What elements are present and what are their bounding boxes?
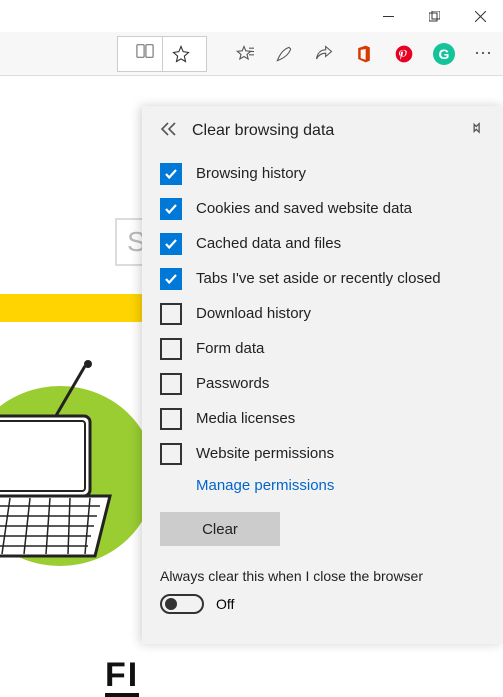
pin-icon[interactable] (469, 122, 485, 143)
checkbox-label: Media licenses (196, 410, 295, 427)
checkbox-icon[interactable] (160, 443, 182, 465)
always-clear-label: Always clear this when I close the brows… (160, 568, 485, 584)
clear-option-row[interactable]: Website permissions (160, 436, 485, 471)
window-titlebar (0, 0, 503, 32)
favorites-list-icon[interactable] (233, 43, 255, 65)
favorite-star-icon[interactable] (162, 36, 198, 72)
web-note-icon[interactable] (273, 43, 295, 65)
checkbox-icon[interactable] (160, 163, 182, 185)
maximize-button[interactable] (411, 0, 457, 32)
checkbox-label: Passwords (196, 375, 269, 392)
checkbox-icon[interactable] (160, 198, 182, 220)
address-bar-tail[interactable] (117, 36, 207, 72)
checkbox-icon[interactable] (160, 373, 182, 395)
clear-option-row[interactable]: Browsing history (160, 156, 485, 191)
clear-option-row[interactable]: Cookies and saved website data (160, 191, 485, 226)
clear-option-row[interactable]: Tabs I've set aside or recently closed (160, 261, 485, 296)
clear-button[interactable]: Clear (160, 512, 280, 546)
panel-title: Clear browsing data (192, 122, 334, 140)
grammarly-icon[interactable]: G (433, 43, 455, 65)
clear-options-list: Browsing history Cookies and saved websit… (160, 156, 485, 471)
manage-permissions-link[interactable]: Manage permissions (160, 477, 485, 494)
headline-fragment: FI (105, 656, 139, 697)
reading-view-icon[interactable] (136, 42, 154, 65)
pinterest-icon[interactable] (393, 43, 415, 65)
checkbox-icon[interactable] (160, 268, 182, 290)
toggle-knob (165, 598, 177, 610)
always-clear-toggle[interactable] (160, 594, 204, 614)
minimize-button[interactable] (365, 0, 411, 32)
more-icon[interactable]: ⋯ (473, 43, 495, 65)
checkbox-icon[interactable] (160, 233, 182, 255)
checkbox-icon[interactable] (160, 303, 182, 325)
browser-toolbar: G ⋯ (0, 32, 503, 76)
checkbox-label: Download history (196, 305, 311, 322)
checkbox-label: Website permissions (196, 445, 334, 462)
clear-option-row[interactable]: Download history (160, 296, 485, 331)
share-icon[interactable] (313, 43, 335, 65)
close-button[interactable] (457, 0, 503, 32)
checkbox-label: Browsing history (196, 165, 306, 182)
always-clear-toggle-row: Off (160, 594, 485, 614)
clear-option-row[interactable]: Cached data and files (160, 226, 485, 261)
clear-browsing-data-panel: Clear browsing data Browsing history Cook… (142, 106, 503, 644)
panel-header: Clear browsing data (160, 106, 485, 156)
checkbox-label: Cached data and files (196, 235, 341, 252)
clear-option-row[interactable]: Media licenses (160, 401, 485, 436)
checkbox-label: Cookies and saved website data (196, 200, 412, 217)
toggle-state-label: Off (216, 596, 234, 612)
clear-option-row[interactable]: Passwords (160, 366, 485, 401)
clear-option-row[interactable]: Form data (160, 331, 485, 366)
checkbox-icon[interactable] (160, 338, 182, 360)
checkbox-label: Form data (196, 340, 264, 357)
checkbox-label: Tabs I've set aside or recently closed (196, 270, 441, 287)
back-icon[interactable] (160, 122, 178, 141)
office-icon[interactable] (353, 43, 375, 65)
checkbox-icon[interactable] (160, 408, 182, 430)
